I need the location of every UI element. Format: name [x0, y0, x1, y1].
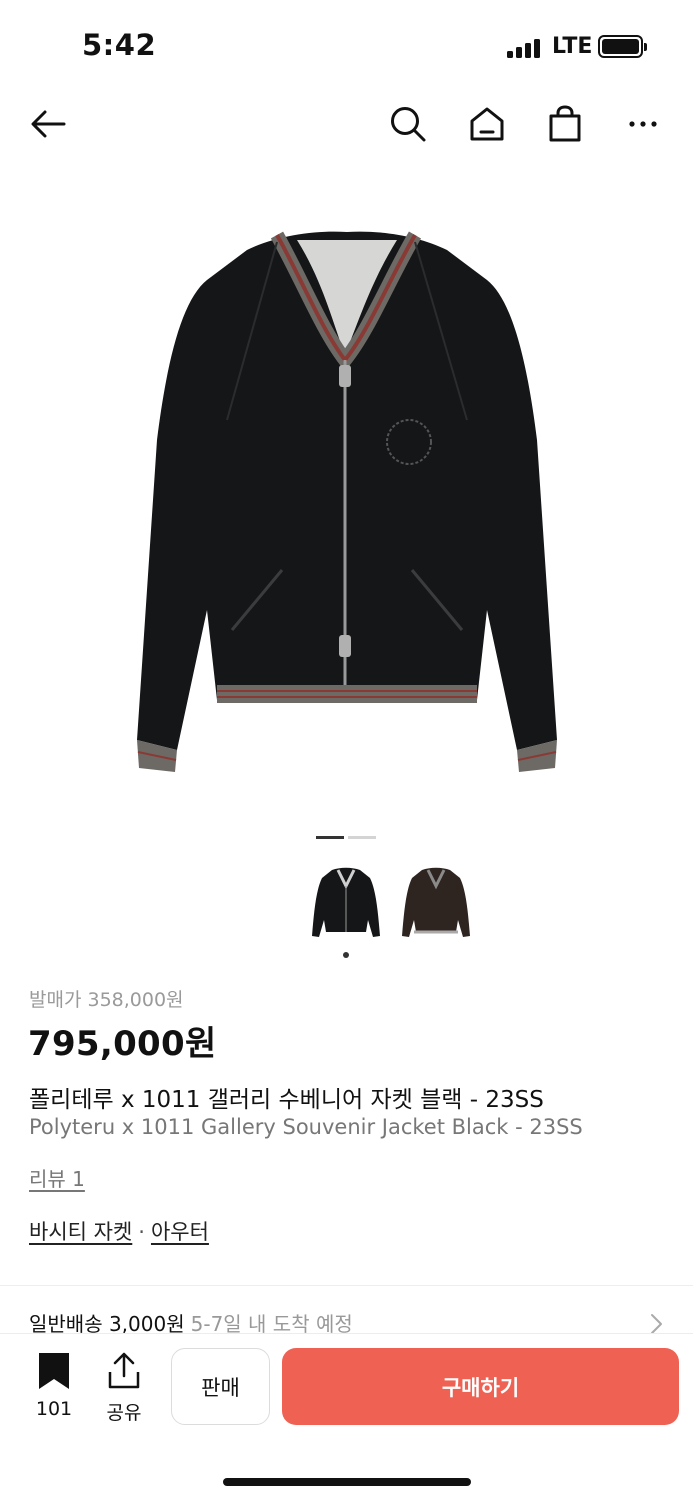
jacket-brown-thumbnail-icon — [402, 867, 470, 937]
bookmark-count: 101 — [35, 1398, 73, 1420]
bookmark-icon — [39, 1353, 69, 1389]
shopping-bag-icon — [549, 105, 581, 142]
divider — [0, 1285, 693, 1286]
jacket-black-thumbnail-icon — [312, 867, 380, 937]
pager-dot-active — [316, 836, 344, 839]
thumbnail-2[interactable] — [400, 862, 472, 946]
product-title-ko: 폴리테루 x 1011 갤러리 수베니어 자켓 블랙 - 23SS — [29, 1087, 544, 1113]
cart-button[interactable] — [543, 102, 587, 146]
more-icon — [629, 121, 657, 127]
pager-dot — [348, 836, 376, 839]
home-indicator[interactable] — [223, 1478, 471, 1486]
jacket-image-icon — [136, 231, 557, 772]
category-link-outer[interactable]: 아우터 — [151, 1220, 209, 1244]
home-button[interactable] — [465, 102, 509, 146]
network-label: LTE — [552, 34, 593, 59]
thumbnail-selected-dot — [343, 952, 349, 958]
category-separator: · — [138, 1220, 145, 1244]
battery-icon — [598, 35, 647, 58]
product-image[interactable] — [0, 180, 693, 820]
thumbnail-list — [0, 862, 693, 962]
category-link-varsity[interactable]: 바시티 자켓 — [29, 1220, 132, 1244]
share-button[interactable]: 공유 — [100, 1352, 148, 1424]
status-time: 5:42 — [82, 28, 157, 62]
release-price: 발매가 358,000원 — [29, 989, 184, 1011]
sell-button[interactable]: 판매 — [171, 1348, 270, 1425]
search-icon — [391, 107, 426, 142]
category-breadcrumb: 바시티 자켓 · 아우터 — [29, 1216, 209, 1246]
signal-icon — [507, 38, 541, 58]
image-pager — [316, 836, 378, 840]
share-label: 공유 — [106, 1402, 142, 1424]
bookmark-button[interactable]: 101 — [30, 1352, 78, 1424]
more-button[interactable] — [621, 102, 665, 146]
search-button[interactable] — [386, 102, 430, 146]
back-arrow-icon — [31, 110, 66, 138]
home-icon — [470, 107, 504, 141]
status-bar: 5:42 LTE — [0, 0, 693, 92]
back-button[interactable] — [26, 102, 70, 146]
buy-button[interactable]: 구매하기 — [282, 1348, 679, 1425]
product-title-en: Polyteru x 1011 Gallery Souvenir Jacket … — [29, 1115, 583, 1139]
bottom-action-bar: 101 공유 판매 구매하기 — [0, 1333, 693, 1500]
thumbnail-1[interactable] — [310, 862, 382, 946]
price: 795,000원 — [28, 1024, 217, 1064]
review-link[interactable]: 리뷰 1 — [29, 1163, 85, 1192]
nav-bar — [0, 92, 693, 154]
share-icon — [108, 1352, 140, 1389]
